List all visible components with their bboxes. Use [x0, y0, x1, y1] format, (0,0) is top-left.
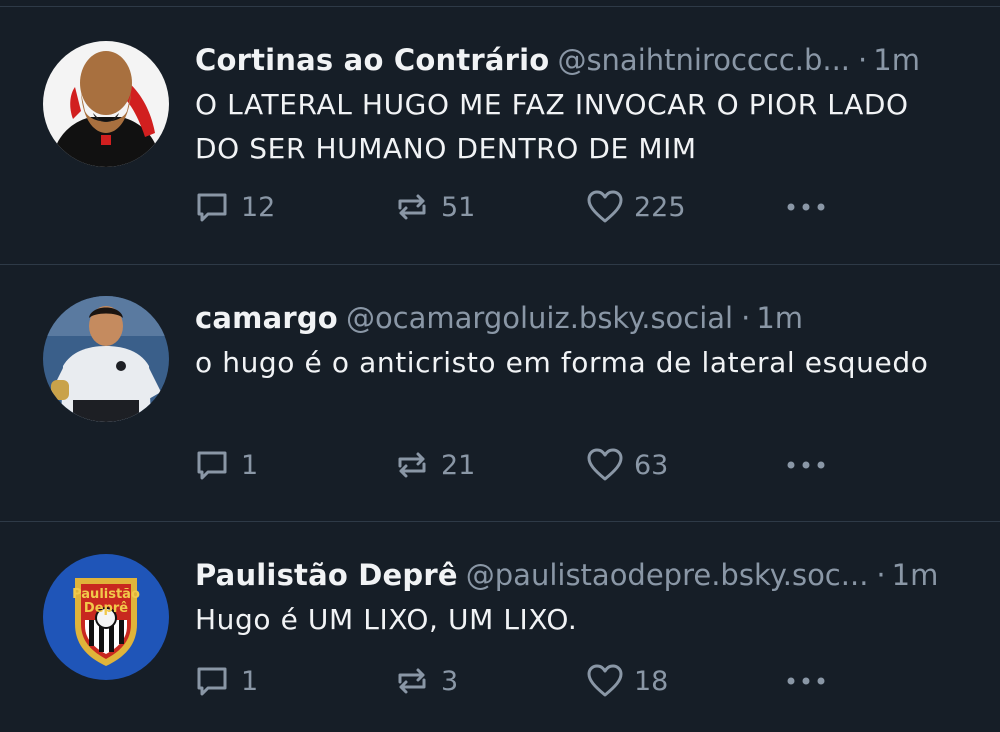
- reply-button[interactable]: 1: [193, 445, 258, 485]
- like-button[interactable]: 63: [586, 445, 668, 485]
- more-options-button[interactable]: [783, 187, 829, 227]
- post-time[interactable]: 1m: [756, 301, 803, 335]
- post-actions: 12 51 225: [193, 187, 843, 227]
- post-text: o hugo é o anticristo em forma de latera…: [195, 346, 929, 379]
- reply-icon: [197, 451, 227, 480]
- repost-count: 51: [441, 191, 476, 223]
- post-1[interactable]: Cortinas ao Contrário @snaihtnirocccc.b..…: [0, 7, 1000, 265]
- heart-icon: [587, 190, 623, 223]
- repost-button[interactable]: 21: [393, 445, 475, 485]
- separator-dot: ·: [876, 558, 886, 592]
- reply-icon: [197, 667, 227, 696]
- avatar[interactable]: [43, 296, 169, 422]
- more-options-button[interactable]: [783, 445, 829, 485]
- author-name[interactable]: Cortinas ao Contrário: [195, 43, 549, 77]
- post-2[interactable]: camargo @ocamargoluiz.bsky.social · 1m o hu…: [0, 265, 1000, 522]
- post-3[interactable]: Paulistão Deprê Paulistão Deprê @paulista…: [0, 522, 1000, 732]
- repost-button[interactable]: 51: [393, 187, 475, 227]
- author-handle[interactable]: @snaihtnirocccc.b...: [557, 43, 850, 77]
- top-divider: [0, 0, 1000, 7]
- avatar-player-white-jersey-icon: [43, 296, 169, 422]
- heart-icon: [587, 448, 623, 481]
- author-handle[interactable]: @ocamargoluiz.bsky.social: [346, 301, 733, 335]
- avatar-crest-text-top: Paulistão: [72, 587, 140, 602]
- repost-icon: [398, 194, 426, 220]
- feed: Cortinas ao Contrário @snaihtnirocccc.b..…: [0, 0, 1000, 732]
- like-button[interactable]: 225: [586, 187, 686, 227]
- reply-count: 1: [241, 449, 259, 481]
- more-options-icon: [787, 677, 825, 685]
- post-time[interactable]: 1m: [873, 43, 920, 77]
- reply-count: 1: [241, 665, 259, 697]
- repost-icon: [398, 668, 426, 694]
- post-header: camargo @ocamargoluiz.bsky.social · 1m: [195, 300, 970, 336]
- reply-button[interactable]: 1: [193, 661, 258, 701]
- avatar-crest-text-bottom: Deprê: [84, 601, 128, 616]
- heart-icon: [587, 664, 623, 697]
- avatar-man-red-black-jacket-icon: [43, 41, 169, 167]
- like-count: 225: [634, 191, 686, 223]
- like-button[interactable]: 18: [586, 661, 668, 701]
- like-count: 18: [634, 665, 669, 697]
- repost-count: 21: [441, 449, 476, 481]
- post-time[interactable]: 1m: [892, 558, 939, 592]
- reply-button[interactable]: 12: [193, 187, 275, 227]
- author-name[interactable]: camargo: [195, 301, 338, 335]
- repost-icon: [398, 452, 426, 478]
- post-actions: 1 21 63: [193, 445, 843, 485]
- post-header: Paulistão Deprê @paulistaodepre.bsky.soc.…: [195, 557, 970, 593]
- repost-button[interactable]: 3: [393, 661, 458, 701]
- more-options-button[interactable]: [783, 661, 829, 701]
- post-actions: 1 3 18: [193, 661, 843, 701]
- separator-dot: ·: [741, 301, 751, 335]
- like-count: 63: [634, 449, 669, 481]
- avatar[interactable]: Paulistão Deprê: [43, 554, 169, 680]
- reply-count: 12: [241, 191, 276, 223]
- post-header: Cortinas ao Contrário @snaihtnirocccc.b..…: [195, 42, 970, 78]
- reply-icon: [197, 193, 227, 222]
- avatar-shield-crest-icon: Paulistão Deprê: [43, 554, 169, 680]
- post-text: Hugo é UM LIXO, UM LIXO.: [195, 603, 578, 636]
- avatar[interactable]: [43, 41, 169, 167]
- author-handle[interactable]: @paulistaodepre.bsky.soc...: [466, 558, 869, 592]
- more-options-icon: [787, 461, 825, 469]
- author-name[interactable]: Paulistão Deprê: [195, 558, 458, 592]
- post-text: O LATERAL HUGO ME FAZ INVOCAR O PIOR LAD…: [195, 88, 909, 165]
- more-options-icon: [787, 203, 825, 211]
- separator-dot: ·: [858, 43, 868, 77]
- repost-count: 3: [441, 665, 459, 697]
